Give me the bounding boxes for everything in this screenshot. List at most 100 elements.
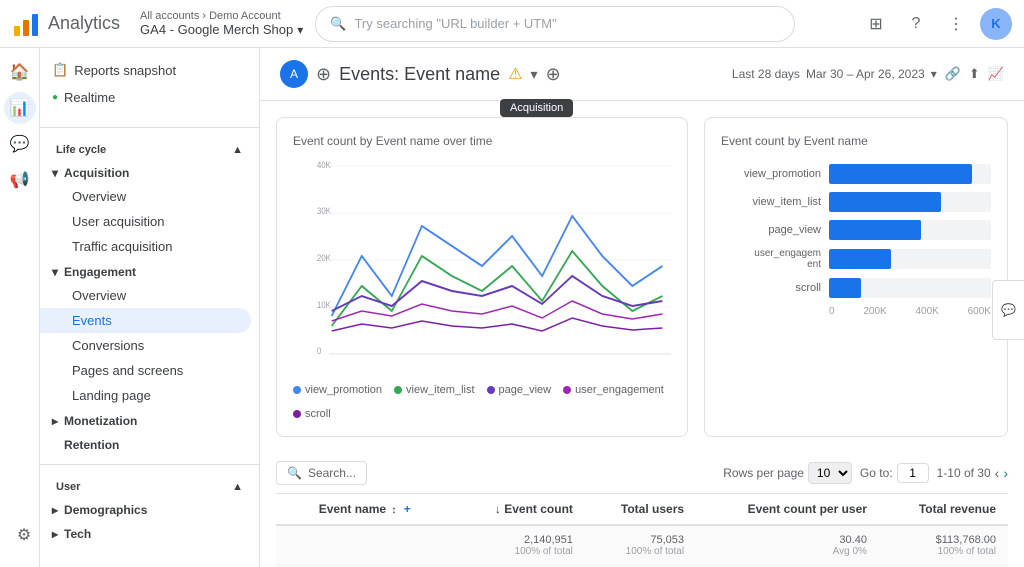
- bar-track-user-engagement: [829, 249, 991, 269]
- line-chart-card: Event count by Event name over time 40K …: [276, 117, 688, 437]
- reports-snapshot-icon: 📋: [52, 62, 68, 78]
- table-toolbar: 🔍 Search... Rows per page 10 25 50 Go to…: [276, 453, 1008, 494]
- col-event-count[interactable]: ↓ Event count: [455, 494, 585, 525]
- bar-fill-page-view: [829, 220, 921, 240]
- alert-icon: ⚠: [508, 64, 522, 84]
- events-table: Event name ↕ + ↓ Event count Total users…: [276, 494, 1008, 567]
- settings-icon-button[interactable]: ⚙: [8, 519, 40, 551]
- sidebar-item-realtime[interactable]: ● Realtime: [40, 84, 259, 111]
- retention-label: Retention: [64, 438, 119, 452]
- subtotal-event-count: 2,140,951 100% of total: [455, 525, 585, 566]
- engagement-section[interactable]: ▾ Engagement: [40, 259, 259, 283]
- home-icon-button[interactable]: 🏠: [4, 56, 36, 88]
- monetization-expand-icon: ▸: [52, 414, 58, 428]
- sidebar-item-events[interactable]: Events: [40, 308, 251, 333]
- legend-dot-user-engagement: [563, 386, 571, 394]
- property-name[interactable]: GA4 - Google Merch Shop ▾: [140, 22, 303, 37]
- apps-icon-button[interactable]: ⊞: [860, 8, 892, 40]
- bar-label-user-engagement: user_engagement: [721, 248, 821, 270]
- realtime-label: Realtime: [64, 90, 115, 105]
- bar-chart-card: Event count by Event name view_promotion…: [704, 117, 1008, 437]
- user-collapse-icon: ▲: [232, 481, 243, 493]
- charts-row: Event count by Event name over time 40K …: [276, 117, 1008, 437]
- line-chart-legend: view_promotion view_item_list page_view …: [293, 384, 671, 420]
- bar-chart-title: Event count by Event name: [721, 134, 991, 148]
- event-avatar: A: [280, 60, 308, 88]
- bar-chart: view_promotion view_item_list page_view: [721, 156, 991, 325]
- content: Event count by Event name over time 40K …: [260, 101, 1024, 567]
- bar-fill-scroll: [829, 278, 861, 298]
- sidebar-item-traffic-acquisition[interactable]: Traffic acquisition: [40, 234, 251, 259]
- legend-scroll: scroll: [293, 408, 331, 420]
- filter-dropdown-icon[interactable]: ▾: [531, 66, 538, 83]
- sidebar-item-conversions[interactable]: Conversions: [40, 333, 251, 358]
- subtotal-per-user: 30.40 Avg 0%: [696, 525, 879, 566]
- goto: Go to:: [860, 463, 929, 483]
- pagination: Rows per page 10 25 50 Go to: 1-10 of 30…: [723, 462, 1008, 484]
- share-icon-button[interactable]: ⬆: [969, 66, 980, 82]
- feedback-button[interactable]: 💬: [992, 280, 1024, 340]
- retention-section[interactable]: ▸ Retention: [40, 432, 259, 456]
- divider2: [40, 464, 259, 465]
- add-column-icon[interactable]: +: [404, 502, 411, 516]
- svg-text:0: 0: [317, 345, 322, 356]
- add-comparison-icon[interactable]: ⊕: [316, 64, 331, 85]
- bar-label-view-item-list: view_item_list: [721, 196, 821, 208]
- acquisition-label: Acquisition: [64, 166, 129, 180]
- advertising-icon-button[interactable]: 📢: [4, 164, 36, 196]
- sidebar-item-acquisition-overview[interactable]: Overview: [40, 184, 251, 209]
- bar-label-view-promotion: view_promotion: [721, 168, 821, 180]
- sidebar-item-landing-page[interactable]: Landing page: [40, 383, 251, 408]
- date-chevron-icon: ▾: [931, 67, 937, 81]
- tech-section[interactable]: ▸ Tech: [40, 521, 259, 545]
- explore-icon-button[interactable]: 💬: [4, 128, 36, 160]
- analytics-logo-icon: [12, 10, 40, 38]
- search-placeholder: Try searching "URL builder + UTM": [354, 16, 556, 31]
- reports-icon-button[interactable]: 📊: [4, 92, 36, 124]
- more-icon-button[interactable]: ⋮: [940, 8, 972, 40]
- page-nav: 1-10 of 30 ‹ ›: [937, 465, 1008, 481]
- user-section[interactable]: User ▲: [40, 473, 259, 497]
- bar-axis: 0 200K 400K 600K: [721, 306, 991, 317]
- lifecycle-section[interactable]: Life cycle ▲: [40, 136, 259, 160]
- engagement-expand-icon: ▾: [52, 265, 58, 279]
- svg-text:20K: 20K: [317, 252, 331, 263]
- col-total-users: Total users: [585, 494, 696, 525]
- demographics-section[interactable]: ▸ Demographics: [40, 497, 259, 521]
- date-range[interactable]: Last 28 days Mar 30 – Apr 26, 2023 ▾: [732, 67, 937, 81]
- col-event-name[interactable]: Event name ↕ +: [307, 494, 455, 525]
- legend-view-item-list: view_item_list: [394, 384, 474, 396]
- line-chart-title: Event count by Event name over time: [293, 134, 671, 148]
- bar-row-scroll: scroll: [721, 278, 991, 298]
- monetization-section[interactable]: ▸ Monetization: [40, 408, 259, 432]
- share-link-icon-button[interactable]: 🔗: [945, 66, 961, 82]
- acquisition-section[interactable]: ▾ Acquisition: [40, 160, 259, 184]
- col-per-user: Event count per user: [696, 494, 879, 525]
- sidebar-icons: 🏠 📊 💬 📢: [0, 48, 40, 567]
- subtotal-name: [307, 525, 455, 566]
- bar-fill-view-promotion: [829, 164, 972, 184]
- bar-track-view-promotion: [829, 164, 991, 184]
- sidebar-item-pages-screens[interactable]: Pages and screens: [40, 358, 251, 383]
- next-page-button[interactable]: ›: [1003, 465, 1008, 481]
- tech-label: Tech: [64, 527, 91, 541]
- rows-per-page-select[interactable]: 10 25 50: [808, 462, 852, 484]
- avatar[interactable]: K: [980, 8, 1012, 40]
- table-search[interactable]: 🔍 Search...: [276, 461, 367, 485]
- sidebar-item-reports-snapshot[interactable]: 📋 Reports snapshot: [40, 56, 259, 84]
- search-bar[interactable]: 🔍 Try searching "URL builder + UTM": [315, 6, 795, 42]
- demographics-expand-icon: ▸: [52, 503, 58, 517]
- bar-row-view-promotion: view_promotion: [721, 164, 991, 184]
- sidebar-item-engagement-overview[interactable]: Overview: [40, 283, 251, 308]
- sidebar-item-user-acquisition[interactable]: User acquisition: [40, 209, 251, 234]
- date-label: Last 28 days: [732, 67, 800, 81]
- prev-page-button[interactable]: ‹: [995, 465, 1000, 481]
- subtotal-revenue: $113,768.00 100% of total: [879, 525, 1008, 566]
- trending-icon-button[interactable]: 📈: [988, 66, 1004, 82]
- help-icon-button[interactable]: ?: [900, 8, 932, 40]
- add-filter-icon[interactable]: ⊕: [546, 64, 561, 85]
- bar-row-view-item-list: view_item_list: [721, 192, 991, 212]
- user-label: User: [56, 481, 80, 493]
- goto-input[interactable]: [897, 463, 929, 483]
- dropdown-chevron-icon[interactable]: ▾: [297, 23, 303, 37]
